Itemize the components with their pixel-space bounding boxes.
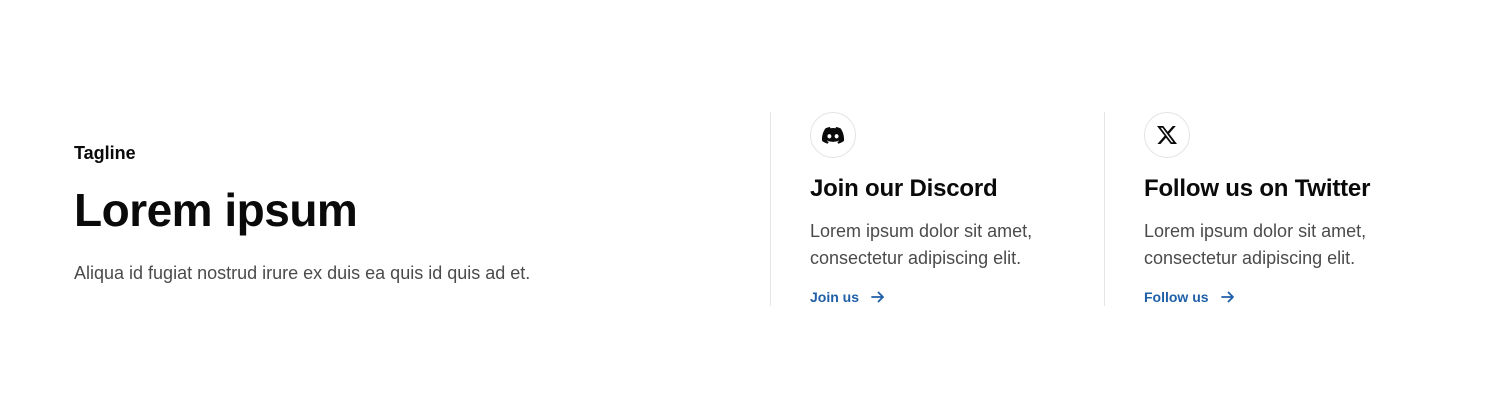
discord-card-text: Lorem ipsum dolor sit amet, consectetur … [810,218,1104,272]
discord-card: Join our Discord Lorem ipsum dolor sit a… [770,112,1104,306]
follow-us-link[interactable]: Follow us [1144,288,1235,306]
discord-card-title: Join our Discord [810,175,998,202]
twitter-card-text: Lorem ipsum dolor sit amet, consectetur … [1144,218,1484,272]
community-section: Tagline Lorem ipsum Aliqua id fugiat nos… [0,0,1512,418]
discord-card-text-line1: Lorem ipsum dolor sit amet, [810,221,1033,241]
tagline: Tagline [74,143,136,163]
join-us-link[interactable]: Join us [810,288,885,306]
intro-description: Aliqua id fugiat nostrud irure ex duis e… [74,263,531,283]
arrow-right-icon [871,291,884,303]
twitter-card: Follow us on Twitter Lorem ipsum dolor s… [1104,112,1484,306]
twitter-card-text-line2: consectetur adipiscing elit. [1144,248,1356,268]
arrow-right-icon [1220,291,1234,303]
discord-icon [810,112,856,158]
discord-card-text-line2: consectetur adipiscing elit. [810,248,1022,268]
twitter-card-text-line1: Lorem ipsum dolor sit amet, [1144,221,1367,241]
page-title: Lorem ipsum [74,184,358,236]
intro-block: Tagline Lorem ipsum Aliqua id fugiat nos… [74,142,714,286]
follow-us-label: Follow us [1144,289,1209,305]
twitter-card-title: Follow us on Twitter [1144,175,1371,202]
x-twitter-icon [1144,112,1190,158]
join-us-label: Join us [810,289,860,305]
